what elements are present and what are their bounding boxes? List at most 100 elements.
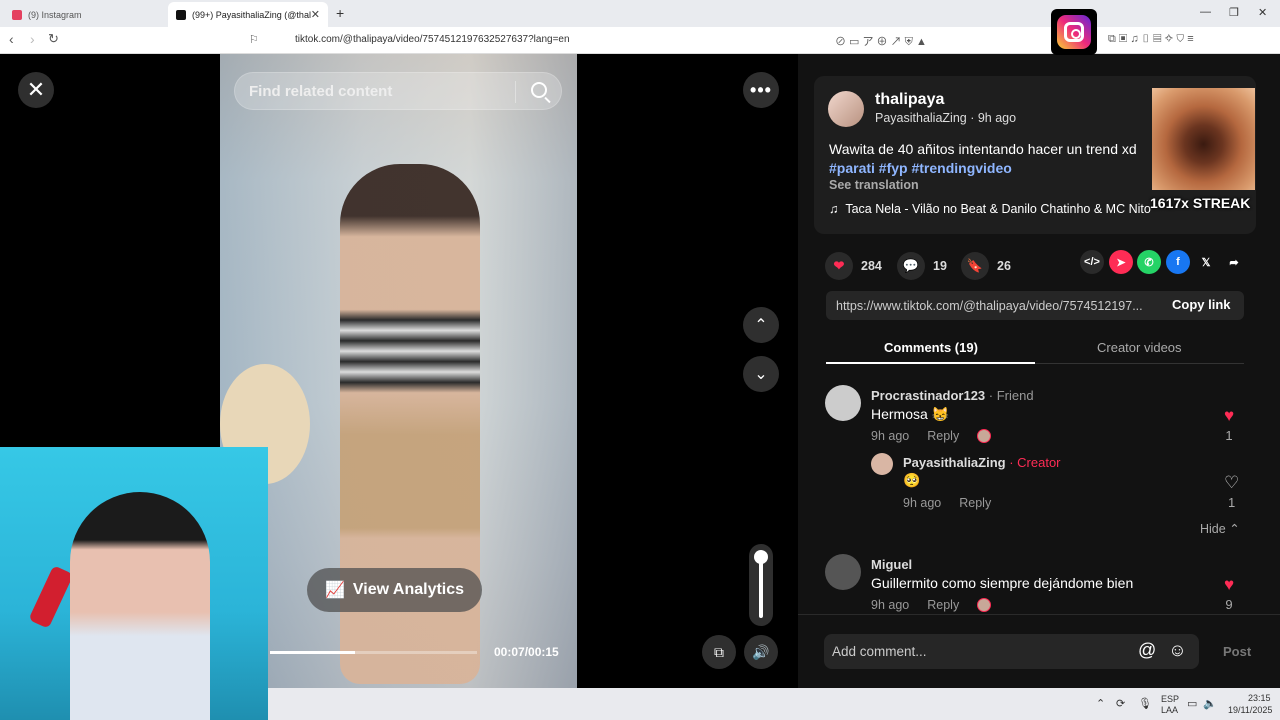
whatsapp-icon[interactable]: ✆ xyxy=(1137,250,1161,274)
progress-bar[interactable] xyxy=(270,651,477,654)
see-translation-link[interactable]: See translation xyxy=(829,178,919,192)
comment-count: 19 xyxy=(933,259,947,273)
facebook-icon[interactable]: f xyxy=(1166,250,1190,274)
tab-label: (9) Instagram xyxy=(28,9,82,20)
reply-avatar[interactable] xyxy=(871,453,893,475)
search-placeholder: Find related content xyxy=(249,82,393,100)
close-button[interactable]: ✕ xyxy=(18,72,54,108)
forward-button[interactable]: › xyxy=(30,31,35,47)
close-tab-icon[interactable]: ✕ xyxy=(311,8,320,21)
author-avatar[interactable] xyxy=(828,91,864,127)
comment-like[interactable]: ♥ 9 xyxy=(1224,576,1234,612)
view-analytics-button[interactable]: 📈 View Analytics xyxy=(307,568,482,612)
lang-layout[interactable]: LAA xyxy=(1161,705,1178,715)
sync-icon[interactable]: ⟳ xyxy=(1116,697,1125,710)
mini-player-button[interactable]: ⧉ xyxy=(702,635,736,669)
embed-icon[interactable]: </> xyxy=(1080,250,1104,274)
tab-instagram[interactable]: (9) Instagram xyxy=(4,2,166,27)
more-options-button[interactable]: ••• xyxy=(743,72,779,108)
reply-like-count: 1 xyxy=(1228,495,1236,510)
mute-button[interactable]: 🔊 xyxy=(744,635,778,669)
comment-text: Hermosa 😸 xyxy=(871,406,950,422)
reply-author[interactable]: PayasithaliaZing · Creator xyxy=(903,455,1061,470)
reload-button[interactable]: ↻ xyxy=(48,31,59,47)
reply-text: 🥺 xyxy=(903,472,921,488)
music-info[interactable]: ♫ Taca Nela - Vilão no Beat & Danilo Cha… xyxy=(829,202,1151,216)
webcam-streamer xyxy=(70,492,210,720)
comment-author[interactable]: Miguel xyxy=(871,557,912,572)
tray-chevron-icon[interactable]: ⌃ xyxy=(1096,697,1105,710)
comment-avatar[interactable] xyxy=(825,554,861,590)
toolbar-icons[interactable]: ⧉ ▣ ♫ ▯ ▤ ✧ ⛉ ≡ xyxy=(1108,33,1194,46)
restore-button[interactable]: ❐ xyxy=(1229,6,1239,19)
music-title: Taca Nela - Vilão no Beat & Danilo Chati… xyxy=(845,202,1151,216)
comment-author[interactable]: Procrastinador123 · Friend xyxy=(871,388,1034,403)
share-icon[interactable]: ➦ xyxy=(1222,250,1246,274)
heart-icon[interactable]: ♥ xyxy=(1224,407,1234,424)
streak-counter: 1617x STREAK xyxy=(1150,195,1251,211)
emoji-icon[interactable]: ☺ xyxy=(1168,640,1186,661)
next-video-button[interactable]: ⌄ xyxy=(743,356,779,392)
tiktok-favicon-icon xyxy=(176,9,186,20)
microphone xyxy=(28,565,74,629)
comment-stat[interactable]: 💬 19 xyxy=(897,252,947,280)
volume-knob[interactable] xyxy=(754,550,768,564)
tab-tiktok[interactable]: (99+) PayasithaliaZing (@thal ✕ xyxy=(168,2,328,27)
search-icon[interactable] xyxy=(531,82,547,98)
creator-liked-avatar xyxy=(977,429,992,443)
post-button[interactable]: Post xyxy=(1223,644,1251,659)
hide-replies-button[interactable]: Hide ⌃ xyxy=(1200,521,1240,536)
clock-time[interactable]: 23:15 xyxy=(1248,693,1271,703)
mic-icon[interactable]: 🎙 xyxy=(1138,697,1152,710)
lang-indicator[interactable]: ESP xyxy=(1161,694,1179,704)
chevron-up-icon: ⌃ xyxy=(1229,522,1240,536)
instagram-icon xyxy=(1057,15,1091,49)
copy-link-button[interactable]: Copy link xyxy=(1172,297,1231,312)
music-note-icon: ♫ xyxy=(829,202,846,216)
tab-label: (99+) PayasithaliaZing (@thal xyxy=(192,9,311,20)
instagram-logo-overlay xyxy=(1051,9,1097,55)
reply-button[interactable]: Reply xyxy=(927,429,959,443)
instagram-favicon-icon xyxy=(12,9,22,20)
comment-like[interactable]: ♥ 1 xyxy=(1224,407,1234,443)
comment-placeholder: Add comment... xyxy=(832,644,927,659)
close-window-button[interactable]: ✕ xyxy=(1258,6,1267,19)
tab-comments[interactable]: Comments (19) xyxy=(884,340,978,355)
reply-meta: 9h ago Reply xyxy=(903,496,991,510)
volume-slider[interactable] xyxy=(749,544,773,626)
mention-icon[interactable]: @ xyxy=(1138,640,1156,661)
search-input[interactable]: Find related content xyxy=(234,72,562,110)
comment-icon[interactable]: 💬 xyxy=(897,252,925,280)
extension-icons[interactable]: ⊘ ▭ ア ⊕ ↗ ⛨ ▲ xyxy=(835,33,927,49)
reply-like[interactable]: ♡ 1 xyxy=(1224,474,1239,510)
reply-button[interactable]: Reply xyxy=(959,496,991,510)
like-stat[interactable]: ❤ 284 xyxy=(825,252,882,280)
search-divider xyxy=(515,81,516,103)
volume-icon[interactable]: 🔈 xyxy=(1203,697,1217,710)
back-button[interactable]: ‹ xyxy=(9,31,14,47)
x-icon[interactable]: 𝕏 xyxy=(1194,250,1218,274)
send-icon[interactable]: ➤ xyxy=(1109,250,1133,274)
comment-time: 9h ago xyxy=(871,598,910,612)
save-stat[interactable]: 🔖 26 xyxy=(961,252,1011,280)
bookmark-icon[interactable]: ⚐ xyxy=(249,33,259,46)
previous-video-button[interactable]: ⌃ xyxy=(743,307,779,343)
post-hashtags[interactable]: #parati #fyp #trendingvideo xyxy=(829,160,1012,176)
streak-meme-image xyxy=(1152,88,1255,190)
reply-button[interactable]: Reply xyxy=(927,598,959,612)
tab-creator-videos[interactable]: Creator videos xyxy=(1097,340,1182,355)
panel-tabs: Comments (19) Creator videos xyxy=(826,338,1244,364)
clock-date[interactable]: 19/11/2025 xyxy=(1228,705,1272,715)
bookmark-icon[interactable]: 🔖 xyxy=(961,252,989,280)
author-username[interactable]: thalipaya xyxy=(875,91,944,109)
view-analytics-label: View Analytics xyxy=(352,581,465,598)
comment-text: Guillermito como siempre dejándome bien xyxy=(871,575,1134,591)
address-bar[interactable]: tiktok.com/@thalipaya/video/757451219763… xyxy=(295,34,570,45)
heart-icon[interactable]: ❤ xyxy=(825,252,853,280)
minimize-button[interactable]: — xyxy=(1200,6,1211,18)
new-tab-button[interactable]: + xyxy=(336,5,344,21)
heart-outline-icon[interactable]: ♡ xyxy=(1224,474,1239,491)
comment-avatar[interactable] xyxy=(825,385,861,421)
heart-icon[interactable]: ♥ xyxy=(1224,576,1234,593)
network-icon[interactable]: ▭ xyxy=(1187,697,1197,710)
